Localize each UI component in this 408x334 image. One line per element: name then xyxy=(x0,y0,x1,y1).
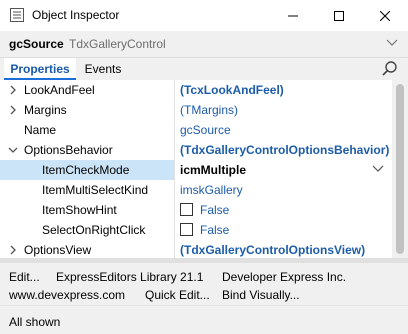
edit-verb-link[interactable]: Edit... xyxy=(9,270,40,284)
chevron-right-icon[interactable] xyxy=(8,104,18,116)
property-checkbox[interactable] xyxy=(180,223,193,236)
property-row-itemshowhint[interactable]: ItemShowHint False xyxy=(0,200,392,220)
property-row-lookandfeel[interactable]: LookAndFeel (TcxLookAndFeel) xyxy=(0,80,392,100)
property-name: OptionsView xyxy=(24,243,92,257)
close-icon xyxy=(380,10,390,21)
tab-events[interactable]: Events xyxy=(80,58,126,80)
bind-visually-verb-link[interactable]: Bind Visually... xyxy=(222,288,300,302)
property-value[interactable]: gcSource xyxy=(180,123,231,137)
component-selector[interactable]: gcSource TdxGalleryControl xyxy=(0,31,408,58)
chevron-right-icon[interactable] xyxy=(8,84,18,96)
minimize-button[interactable] xyxy=(270,0,316,31)
property-row-selectonrightclick[interactable]: SelectOnRightClick False xyxy=(0,220,392,240)
property-name: OptionsBehavior xyxy=(24,143,113,157)
property-name: Margins xyxy=(24,103,67,117)
component-name: gcSource xyxy=(9,37,64,51)
property-name: Name xyxy=(24,123,57,137)
library-verb-link[interactable]: ExpressEditors Library 21.1 xyxy=(56,270,203,284)
chevron-down-icon[interactable] xyxy=(8,144,18,156)
scrollbar-thumb[interactable] xyxy=(396,84,404,254)
property-name: ItemCheckMode xyxy=(42,163,130,177)
status-text: All shown xyxy=(9,315,61,329)
property-row-margins[interactable]: Margins (TMargins) xyxy=(0,100,392,120)
status-bar: All shown xyxy=(0,305,408,334)
object-inspector-icon xyxy=(10,8,24,22)
maximize-icon xyxy=(334,10,344,21)
search-icon[interactable] xyxy=(380,60,400,78)
property-row-name[interactable]: Name gcSource xyxy=(0,120,392,140)
chevron-down-icon[interactable] xyxy=(386,39,398,47)
property-name: ItemShowHint xyxy=(42,203,117,217)
property-row-itemmultiselectkind[interactable]: ItemMultiSelectKind imskGallery xyxy=(0,180,392,200)
property-name: SelectOnRightClick xyxy=(42,223,146,237)
property-value[interactable]: (TMargins) xyxy=(180,103,238,117)
property-value[interactable]: (TdxGalleryControlOptionsBehavior) xyxy=(180,143,389,157)
property-name: LookAndFeel xyxy=(24,83,95,97)
property-row-optionsview[interactable]: OptionsView (TdxGalleryControlOptionsVie… xyxy=(0,240,392,258)
tab-properties[interactable]: Properties xyxy=(4,58,76,80)
vertical-scrollbar[interactable] xyxy=(392,80,408,258)
property-name: ItemMultiSelectKind xyxy=(42,183,149,197)
property-grid: LookAndFeel (TcxLookAndFeel) Margins (TM… xyxy=(0,80,408,258)
property-row-itemcheckmode[interactable]: ItemCheckMode icmMultiple xyxy=(0,160,392,180)
property-value[interactable]: (TdxGalleryControlOptionsView) xyxy=(180,243,365,257)
maximize-button[interactable] xyxy=(316,0,362,31)
property-checkbox[interactable] xyxy=(180,203,193,216)
chevron-right-icon[interactable] xyxy=(8,244,18,256)
verbs-panel: Edit... ExpressEditors Library 21.1 Deve… xyxy=(0,263,408,305)
title-bar: Object Inspector xyxy=(0,0,408,31)
property-value-dropdown[interactable]: icmMultiple xyxy=(180,163,246,177)
property-value[interactable]: imskGallery xyxy=(180,183,243,197)
website-verb-link[interactable]: www.devexpress.com xyxy=(9,288,125,302)
chevron-down-icon[interactable] xyxy=(372,165,384,173)
property-value[interactable]: (TcxLookAndFeel) xyxy=(180,83,284,97)
property-value: False xyxy=(200,203,230,217)
minimize-icon xyxy=(288,15,298,16)
quick-edit-verb-link[interactable]: Quick Edit... xyxy=(145,288,210,302)
component-class: TdxGalleryControl xyxy=(69,37,166,51)
property-row-optionsbehavior[interactable]: OptionsBehavior (TdxGalleryControlOption… xyxy=(0,140,392,160)
property-value: False xyxy=(200,223,230,237)
window-title: Object Inspector xyxy=(32,8,120,22)
tab-bar: Properties Events xyxy=(0,58,408,80)
vendor-verb-link[interactable]: Developer Express Inc. xyxy=(222,270,346,284)
close-button[interactable] xyxy=(362,0,408,31)
